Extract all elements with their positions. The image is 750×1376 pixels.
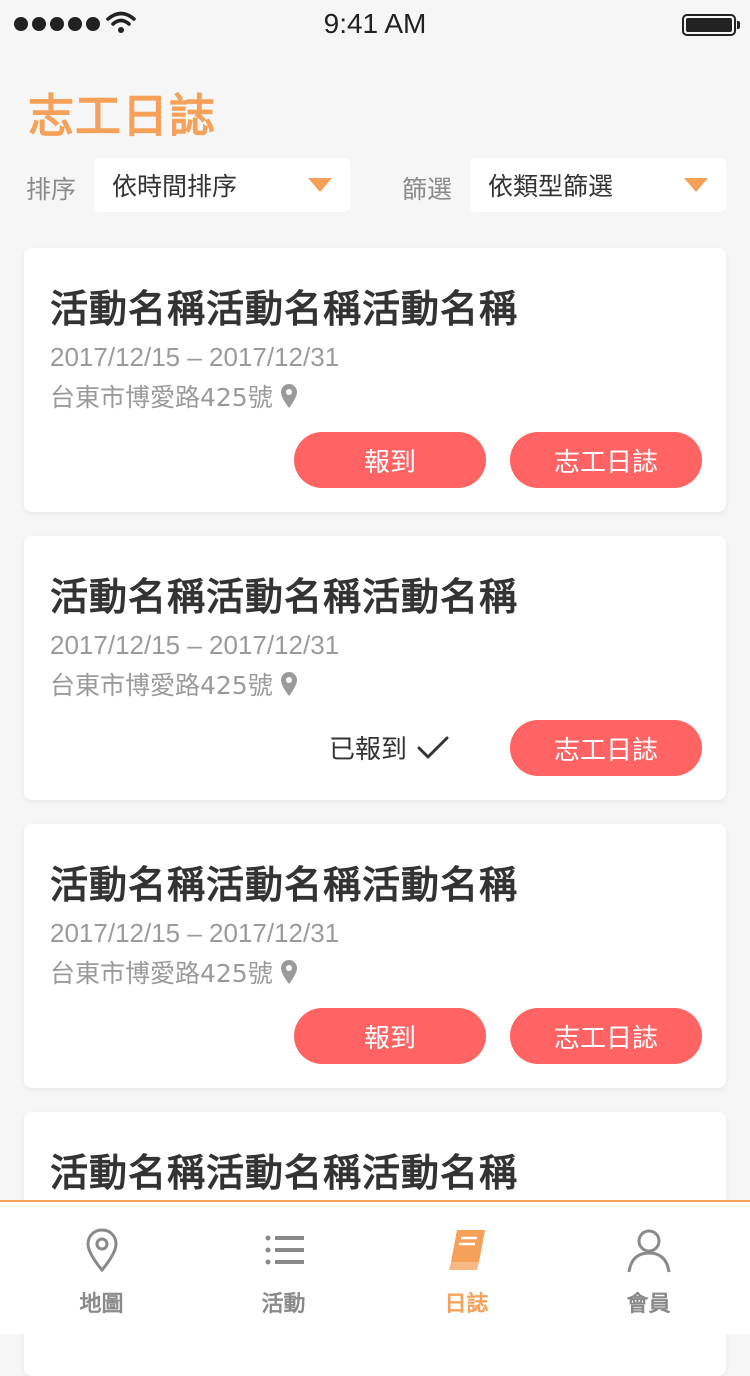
activity-card[interactable]: 活動名稱活動名稱活動名稱 2017/12/15 – 2017/12/31 台東市… (24, 824, 726, 1088)
activity-address: 台東市博愛路425號 (50, 954, 297, 990)
sort-label: 排序 (26, 175, 77, 204)
filter-label: 篩選 (402, 175, 453, 204)
status-bar: 9:41 AM (0, 0, 750, 48)
location-pin-icon (280, 960, 297, 984)
user-icon (627, 1229, 670, 1273)
tab-map[interactable]: 地圖 (8, 1202, 195, 1334)
checkin-button[interactable]: 報到 (294, 1008, 486, 1064)
activity-title: 活動名稱活動名稱活動名稱 (50, 863, 519, 907)
tab-activities-label: 活動 (261, 1292, 306, 1317)
activity-date: 2017/12/15 – 2017/12/31 (50, 342, 340, 372)
location-pin-icon (280, 384, 297, 408)
dropdown-arrow-icon (684, 178, 708, 192)
diary-button[interactable]: 志工日誌 (510, 432, 702, 488)
activity-address-text: 台東市博愛路425號 (50, 671, 273, 700)
battery-icon (682, 14, 740, 36)
checked-in-status: 已報到 (329, 729, 449, 766)
activity-title: 活動名稱活動名稱活動名稱 (50, 575, 519, 619)
activity-date: 2017/12/15 – 2017/12/31 (50, 918, 340, 948)
activity-date: 2017/12/15 – 2017/12/31 (50, 630, 340, 660)
activity-title: 活動名稱活動名稱活動名稱 (50, 1151, 519, 1195)
sort-select-value: 依時間排序 (112, 172, 238, 201)
activity-title: 活動名稱活動名稱活動名稱 (50, 287, 519, 331)
tab-bar: 地圖 活動 日誌 會員 (0, 1200, 750, 1334)
page-title: 志工日誌 (28, 89, 216, 143)
diary-button[interactable]: 志工日誌 (510, 720, 702, 776)
activity-address: 台東市博愛路425號 (50, 378, 297, 414)
location-pin-icon (280, 672, 297, 696)
dropdown-arrow-icon (308, 178, 332, 192)
tab-member[interactable]: 會員 (555, 1202, 742, 1334)
activity-card[interactable]: 活動名稱活動名稱活動名稱 2017/12/15 – 2017/12/31 台東市… (24, 536, 726, 800)
activity-address-text: 台東市博愛路425號 (50, 959, 273, 988)
diary-button[interactable]: 志工日誌 (510, 1008, 702, 1064)
activity-address: 台東市博愛路425號 (50, 666, 297, 702)
activity-address-text: 台東市博愛路425號 (50, 383, 273, 412)
checkin-button[interactable]: 報到 (294, 432, 486, 488)
sort-select[interactable]: 依時間排序 (94, 158, 350, 212)
checked-in-label: 已報到 (329, 735, 408, 765)
tab-diary[interactable]: 日誌 (373, 1202, 560, 1334)
activity-card[interactable]: 活動名稱活動名稱活動名稱 2017/12/15 – 2017/12/31 台東市… (24, 248, 726, 512)
tab-map-label: 地圖 (79, 1292, 124, 1317)
filter-select[interactable]: 依類型篩選 (470, 158, 726, 212)
tab-member-label: 會員 (626, 1292, 671, 1317)
map-pin-icon (85, 1228, 118, 1273)
filter-select-value: 依類型篩選 (488, 172, 614, 201)
list-icon (265, 1235, 304, 1265)
status-time: 9:41 AM (323, 8, 427, 39)
book-icon (448, 1230, 485, 1270)
tab-activities[interactable]: 活動 (190, 1202, 377, 1334)
tab-diary-label: 日誌 (444, 1292, 489, 1317)
checkmark-icon (417, 736, 449, 758)
